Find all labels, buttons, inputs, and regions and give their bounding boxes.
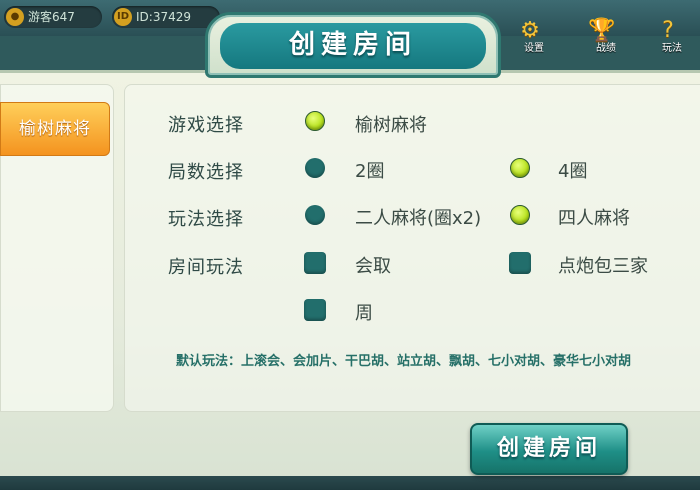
game-select-label: 游戏选择 bbox=[168, 115, 244, 136]
id-badge: ID ID:37429 bbox=[112, 6, 220, 28]
rounds-radio-2[interactable] bbox=[305, 158, 325, 178]
game-radio-yushu[interactable] bbox=[305, 111, 325, 131]
help-button[interactable]: ? 玩法 bbox=[648, 18, 688, 54]
game-tab-yushu[interactable]: 榆树麻将 bbox=[0, 102, 110, 156]
mode-label: 玩法选择 bbox=[168, 209, 244, 230]
rounds-radio-4[interactable] bbox=[510, 158, 530, 178]
guest-name: 游客647 bbox=[28, 10, 75, 24]
rank-button[interactable]: 🏆 战绩 bbox=[582, 18, 622, 54]
rank-label: 战绩 bbox=[596, 43, 616, 54]
rule-option-dianpao[interactable]: 点炮包三家 bbox=[558, 252, 648, 278]
rule-checkbox-huiqu[interactable] bbox=[304, 252, 326, 274]
rounds-label: 局数选择 bbox=[168, 162, 244, 183]
user-icon: ● bbox=[6, 8, 24, 26]
guest-badge: ● 游客647 bbox=[4, 6, 102, 28]
help-label: 玩法 bbox=[662, 43, 682, 54]
settings-label: 设置 bbox=[524, 43, 544, 54]
mode-option-four[interactable]: 四人麻将 bbox=[558, 204, 630, 230]
rule-option-huiqu[interactable]: 会取 bbox=[355, 252, 391, 278]
rounds-option-2[interactable]: 2圈 bbox=[355, 157, 384, 183]
panel-footer bbox=[0, 476, 700, 490]
game-option-yushu[interactable]: 榆树麻将 bbox=[355, 111, 427, 137]
mode-radio-two[interactable] bbox=[305, 205, 325, 225]
rounds-option-4[interactable]: 4圈 bbox=[558, 157, 587, 183]
default-rules-text: 默认玩法：上滚会、会加片、干巴胡、站立胡、飘胡、七小对胡、豪华七小对胡 bbox=[176, 354, 632, 369]
dialog-title-tab: 创建房间 bbox=[205, 12, 501, 78]
rule-checkbox-dianpao[interactable] bbox=[509, 252, 531, 274]
mode-radio-four[interactable] bbox=[510, 205, 530, 225]
create-room-button[interactable]: 创建房间 bbox=[470, 423, 628, 475]
rule-checkbox-zhou[interactable] bbox=[304, 299, 326, 321]
player-id: ID:37429 bbox=[136, 10, 191, 24]
settings-button[interactable]: ⚙ 设置 bbox=[510, 18, 550, 54]
dialog-title: 创建房间 bbox=[220, 23, 486, 69]
id-icon: ID bbox=[114, 8, 132, 26]
mode-option-two[interactable]: 二人麻将(圈x2) bbox=[355, 204, 481, 230]
room-rules-label: 房间玩法 bbox=[168, 257, 244, 278]
rule-option-zhou[interactable]: 周 bbox=[355, 299, 373, 325]
